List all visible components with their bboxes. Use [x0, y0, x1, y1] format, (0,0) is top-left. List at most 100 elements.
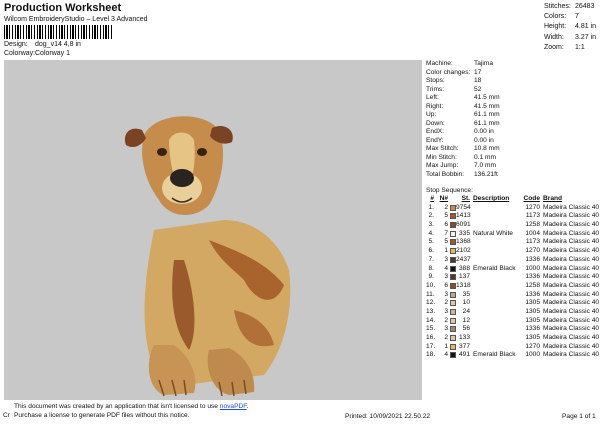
color-swatch	[450, 343, 456, 350]
thread-code: 1336	[525, 255, 540, 263]
thread-brand: Madeira Classic 40	[543, 290, 600, 298]
stitch-count: 10	[462, 299, 470, 307]
thread-code: 1336	[525, 325, 540, 333]
thread-code: 1336	[525, 273, 540, 281]
stop-number: 13.	[426, 307, 436, 315]
stitch-count: 1413	[456, 212, 471, 220]
stop-number: 4.	[428, 229, 435, 237]
stats-panel: Stitches: 26483 Colors: 7 Height: 4.81 in W…	[544, 2, 596, 53]
color-swatch	[450, 222, 456, 229]
stitch-count: 1368	[456, 238, 471, 246]
stop-number: 17.	[426, 342, 436, 350]
color-swatch	[450, 204, 456, 211]
thread-brand: Madeira Classic 40	[543, 325, 600, 333]
color-swatch	[450, 282, 456, 289]
stop-sequence-title: Stop Sequence:	[426, 187, 473, 194]
needle-number: 5	[444, 212, 448, 220]
color-swatch	[450, 230, 456, 237]
thread-brand: Madeira Classic 40	[543, 334, 600, 341]
color-swatch	[450, 274, 456, 281]
stop-number: 7.	[428, 255, 435, 263]
stitch-count: 56	[462, 325, 470, 333]
color-swatch	[450, 352, 456, 359]
stitch-count: 9754	[456, 203, 471, 211]
info-endy: EndY: 0.00 in	[426, 136, 494, 144]
needle-number: 4	[444, 351, 448, 359]
stitch-count: 24	[462, 307, 470, 315]
info-stops: Stops: 18	[426, 77, 482, 84]
thread-brand: Madeira Classic 40	[543, 238, 600, 246]
thread-brand: Madeira Classic 40	[543, 203, 600, 211]
needle-number: 7	[444, 229, 448, 237]
info-machine: Machine: Tajima	[426, 60, 494, 67]
thread-code: 1305	[525, 299, 540, 307]
needle-number: 5	[444, 238, 448, 246]
info-left: Left: 41.5 mm	[426, 94, 500, 101]
stitch-count: 35	[462, 290, 470, 298]
needle-number: 3	[444, 290, 448, 298]
stop-number: 10.	[426, 281, 436, 289]
thread-code: 1000	[525, 351, 540, 359]
thread-brand: Madeira Classic 40	[543, 316, 600, 324]
info-max-stitch: Max Stitch: 10.8 mm	[426, 145, 500, 152]
info-up: Up: 61.1 mm	[426, 111, 500, 118]
design-label: Design:	[4, 41, 28, 48]
color-swatch	[450, 300, 456, 307]
thread-brand: Madeira Classic 40	[543, 299, 600, 307]
stop-number: 5.	[428, 238, 435, 246]
needle-number: 3	[444, 307, 448, 315]
thread-code: 1258	[525, 221, 540, 229]
needle-number: 3	[444, 325, 448, 333]
needle-number: 4	[444, 264, 448, 272]
stitch-count: 491	[458, 351, 470, 359]
needle-number: 3	[444, 273, 448, 281]
info-right: Right: 41.5 mm	[426, 102, 500, 110]
thread-code: 1305	[525, 307, 540, 315]
color-swatch	[450, 265, 456, 272]
novapdf-link[interactable]: novaPDF	[220, 403, 247, 410]
stop-number: 12.	[426, 299, 436, 307]
thread-brand: Madeira Classic 40	[543, 247, 600, 255]
colorway-label: Colorway:	[4, 50, 36, 57]
info-endx: EndX: 0.00 in	[426, 128, 494, 135]
needle-number: 2	[444, 203, 448, 211]
page-number: Page 1 of 1	[562, 413, 596, 420]
thread-code: 1336	[525, 290, 540, 298]
needle-number: 6	[444, 281, 448, 289]
stat-width: Width: 3.27 in	[544, 33, 597, 41]
thread-brand: Madeira Classic 40	[543, 281, 600, 289]
stitch-count: 377	[458, 342, 470, 350]
needle-number: 3	[444, 255, 448, 263]
info-color-changes: Color changes: 17	[426, 68, 482, 76]
needle-number: 2	[444, 316, 448, 324]
stop-number: 9.	[428, 273, 435, 281]
thread-code: 1305	[525, 316, 540, 324]
stop-number: 8.	[428, 264, 435, 272]
thread-code: 1004	[525, 229, 540, 237]
color-swatch	[450, 308, 456, 315]
thread-brand: Madeira Classic 40	[543, 229, 600, 237]
stitch-count: 1318	[456, 281, 471, 289]
stitch-count: 137	[458, 273, 470, 281]
thread-code: 1270	[525, 342, 540, 350]
thread-brand: Madeira Classic 40	[543, 351, 600, 359]
color-swatch	[450, 291, 456, 298]
design-preview	[4, 60, 422, 410]
dog-embroidery-image	[124, 116, 291, 397]
thread-code: 1270	[525, 203, 540, 211]
thread-brand: Madeira Classic 40	[543, 307, 600, 315]
needle-number: 1	[444, 342, 448, 350]
stop-number: 3.	[428, 221, 435, 229]
thread-brand: Madeira Classic 40	[543, 221, 600, 229]
thread-code: 1258	[525, 281, 540, 289]
thread-code: 1305	[525, 334, 540, 341]
info-trims: Trims: 52	[426, 85, 482, 93]
stitch-count: 335	[458, 229, 470, 237]
color-swatch	[450, 335, 456, 341]
info-total-bobbin: Total Bobbin: 136.21ft	[426, 170, 498, 178]
stop-number: 15.	[426, 325, 436, 333]
stat-colors: Colors: 7	[544, 13, 579, 21]
thread-brand: Madeira Classic 40	[543, 264, 600, 272]
stop-number: 6.	[428, 247, 435, 255]
worksheet-title: Production Worksheet	[4, 2, 122, 14]
